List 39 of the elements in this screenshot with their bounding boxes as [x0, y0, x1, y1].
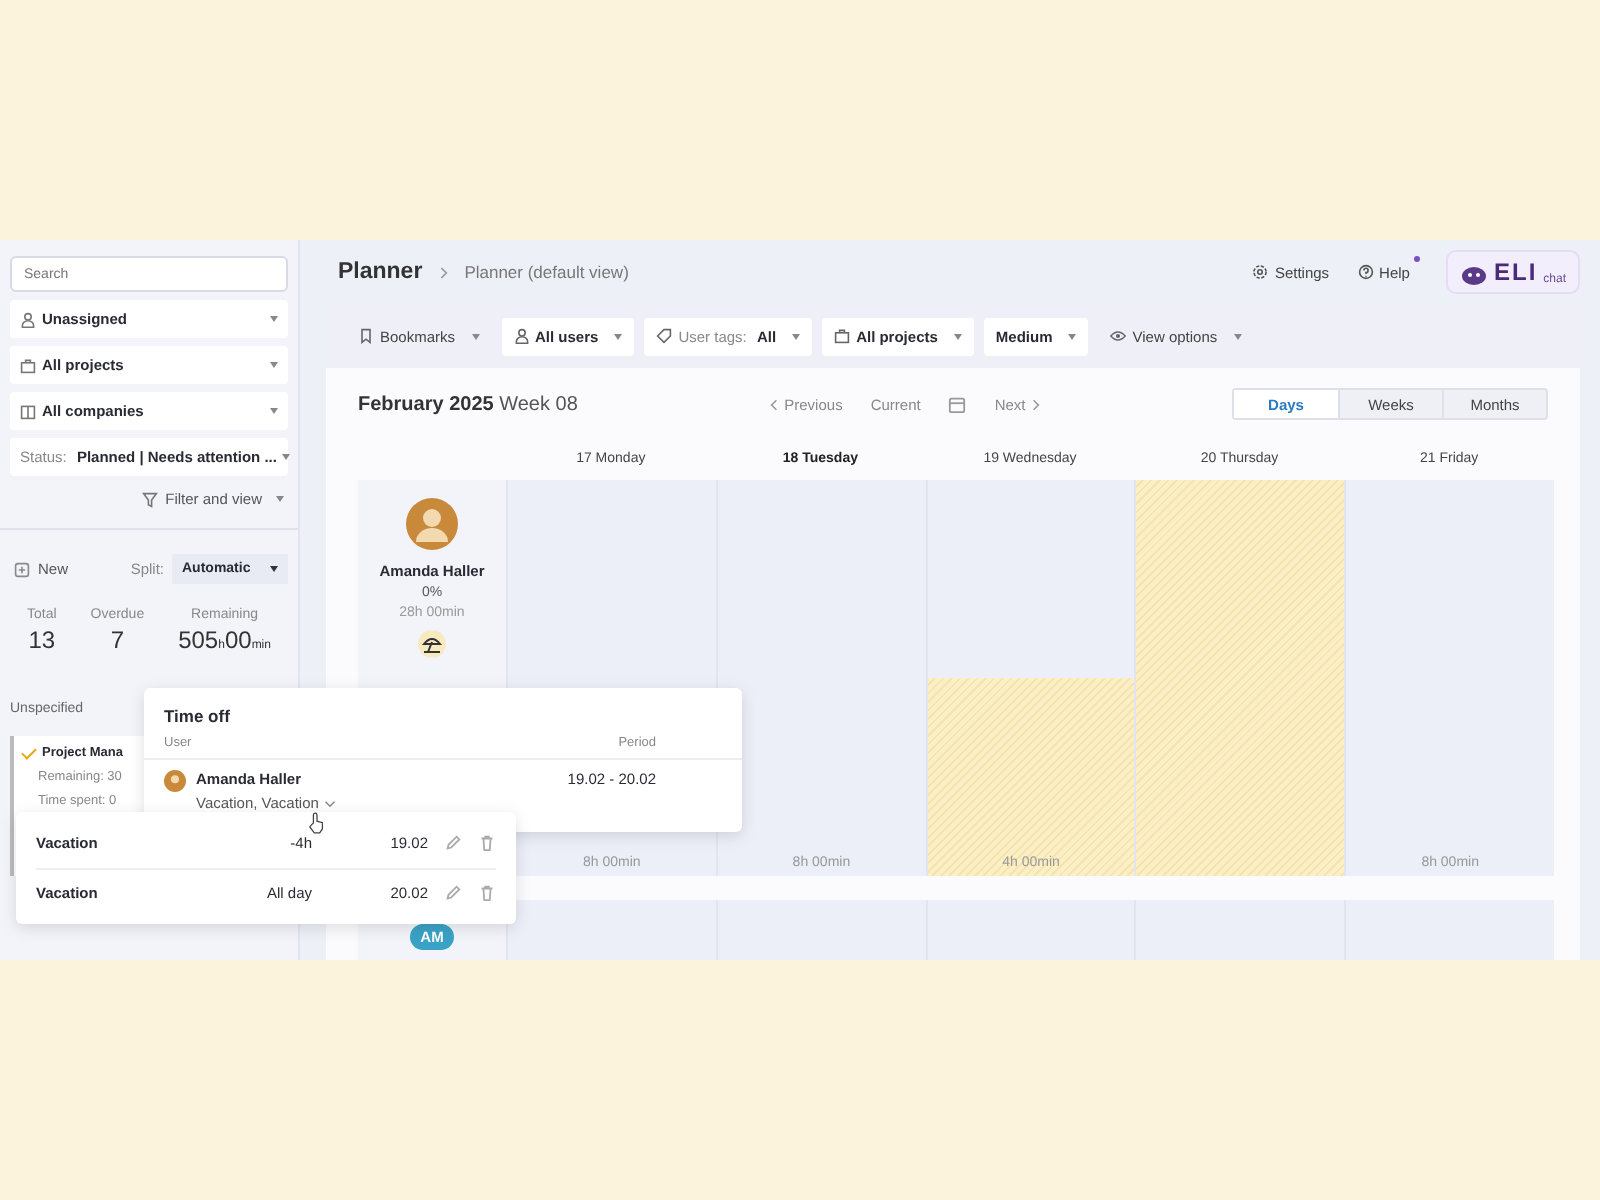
pencil-icon[interactable]: [444, 884, 462, 902]
avatar-icon: [164, 770, 186, 792]
trash-icon[interactable]: [478, 884, 496, 902]
stat-value: 13: [28, 626, 56, 654]
robot-icon: [1459, 262, 1488, 286]
stat-value: 7: [110, 626, 125, 654]
trash-icon[interactable]: [478, 834, 496, 852]
briefcase-icon: [20, 357, 36, 373]
day-cell[interactable]: [506, 900, 716, 960]
day-cell[interactable]: [715, 900, 926, 960]
breadcrumb-link[interactable]: Planner (default view): [464, 262, 629, 282]
day-cell[interactable]: [1134, 900, 1345, 960]
day-cell[interactable]: [925, 900, 1135, 960]
caret-icon: [270, 316, 278, 322]
funnel-icon: [141, 491, 158, 507]
tag-icon: [656, 328, 673, 344]
caret-icon: [282, 454, 291, 460]
person-icon: [20, 311, 36, 327]
bookmark-icon: [358, 328, 374, 344]
chevron-right-icon: [1031, 397, 1040, 411]
plus-icon: [14, 561, 30, 577]
caret-icon: [270, 362, 278, 368]
chevron-icon: [438, 265, 449, 279]
help-icon: [1357, 264, 1374, 280]
building-icon: [20, 403, 36, 419]
avatar-icon: [406, 498, 458, 550]
settings-icon: [1252, 264, 1269, 280]
popup-title: Time off: [162, 706, 232, 726]
day-cell[interactable]: [1344, 900, 1554, 960]
person-icon: [513, 328, 530, 344]
briefcase-icon: [834, 328, 851, 344]
caret-icon: [270, 408, 278, 414]
page-title: Planner: [338, 260, 423, 284]
eye-icon: [1110, 328, 1127, 344]
chevron-down-icon: [323, 800, 336, 809]
calendar-icon[interactable]: [948, 395, 967, 413]
pencil-icon[interactable]: [444, 834, 462, 852]
chevron-left-icon: [770, 397, 779, 411]
period-title: February 2025 Week 08: [358, 393, 578, 415]
